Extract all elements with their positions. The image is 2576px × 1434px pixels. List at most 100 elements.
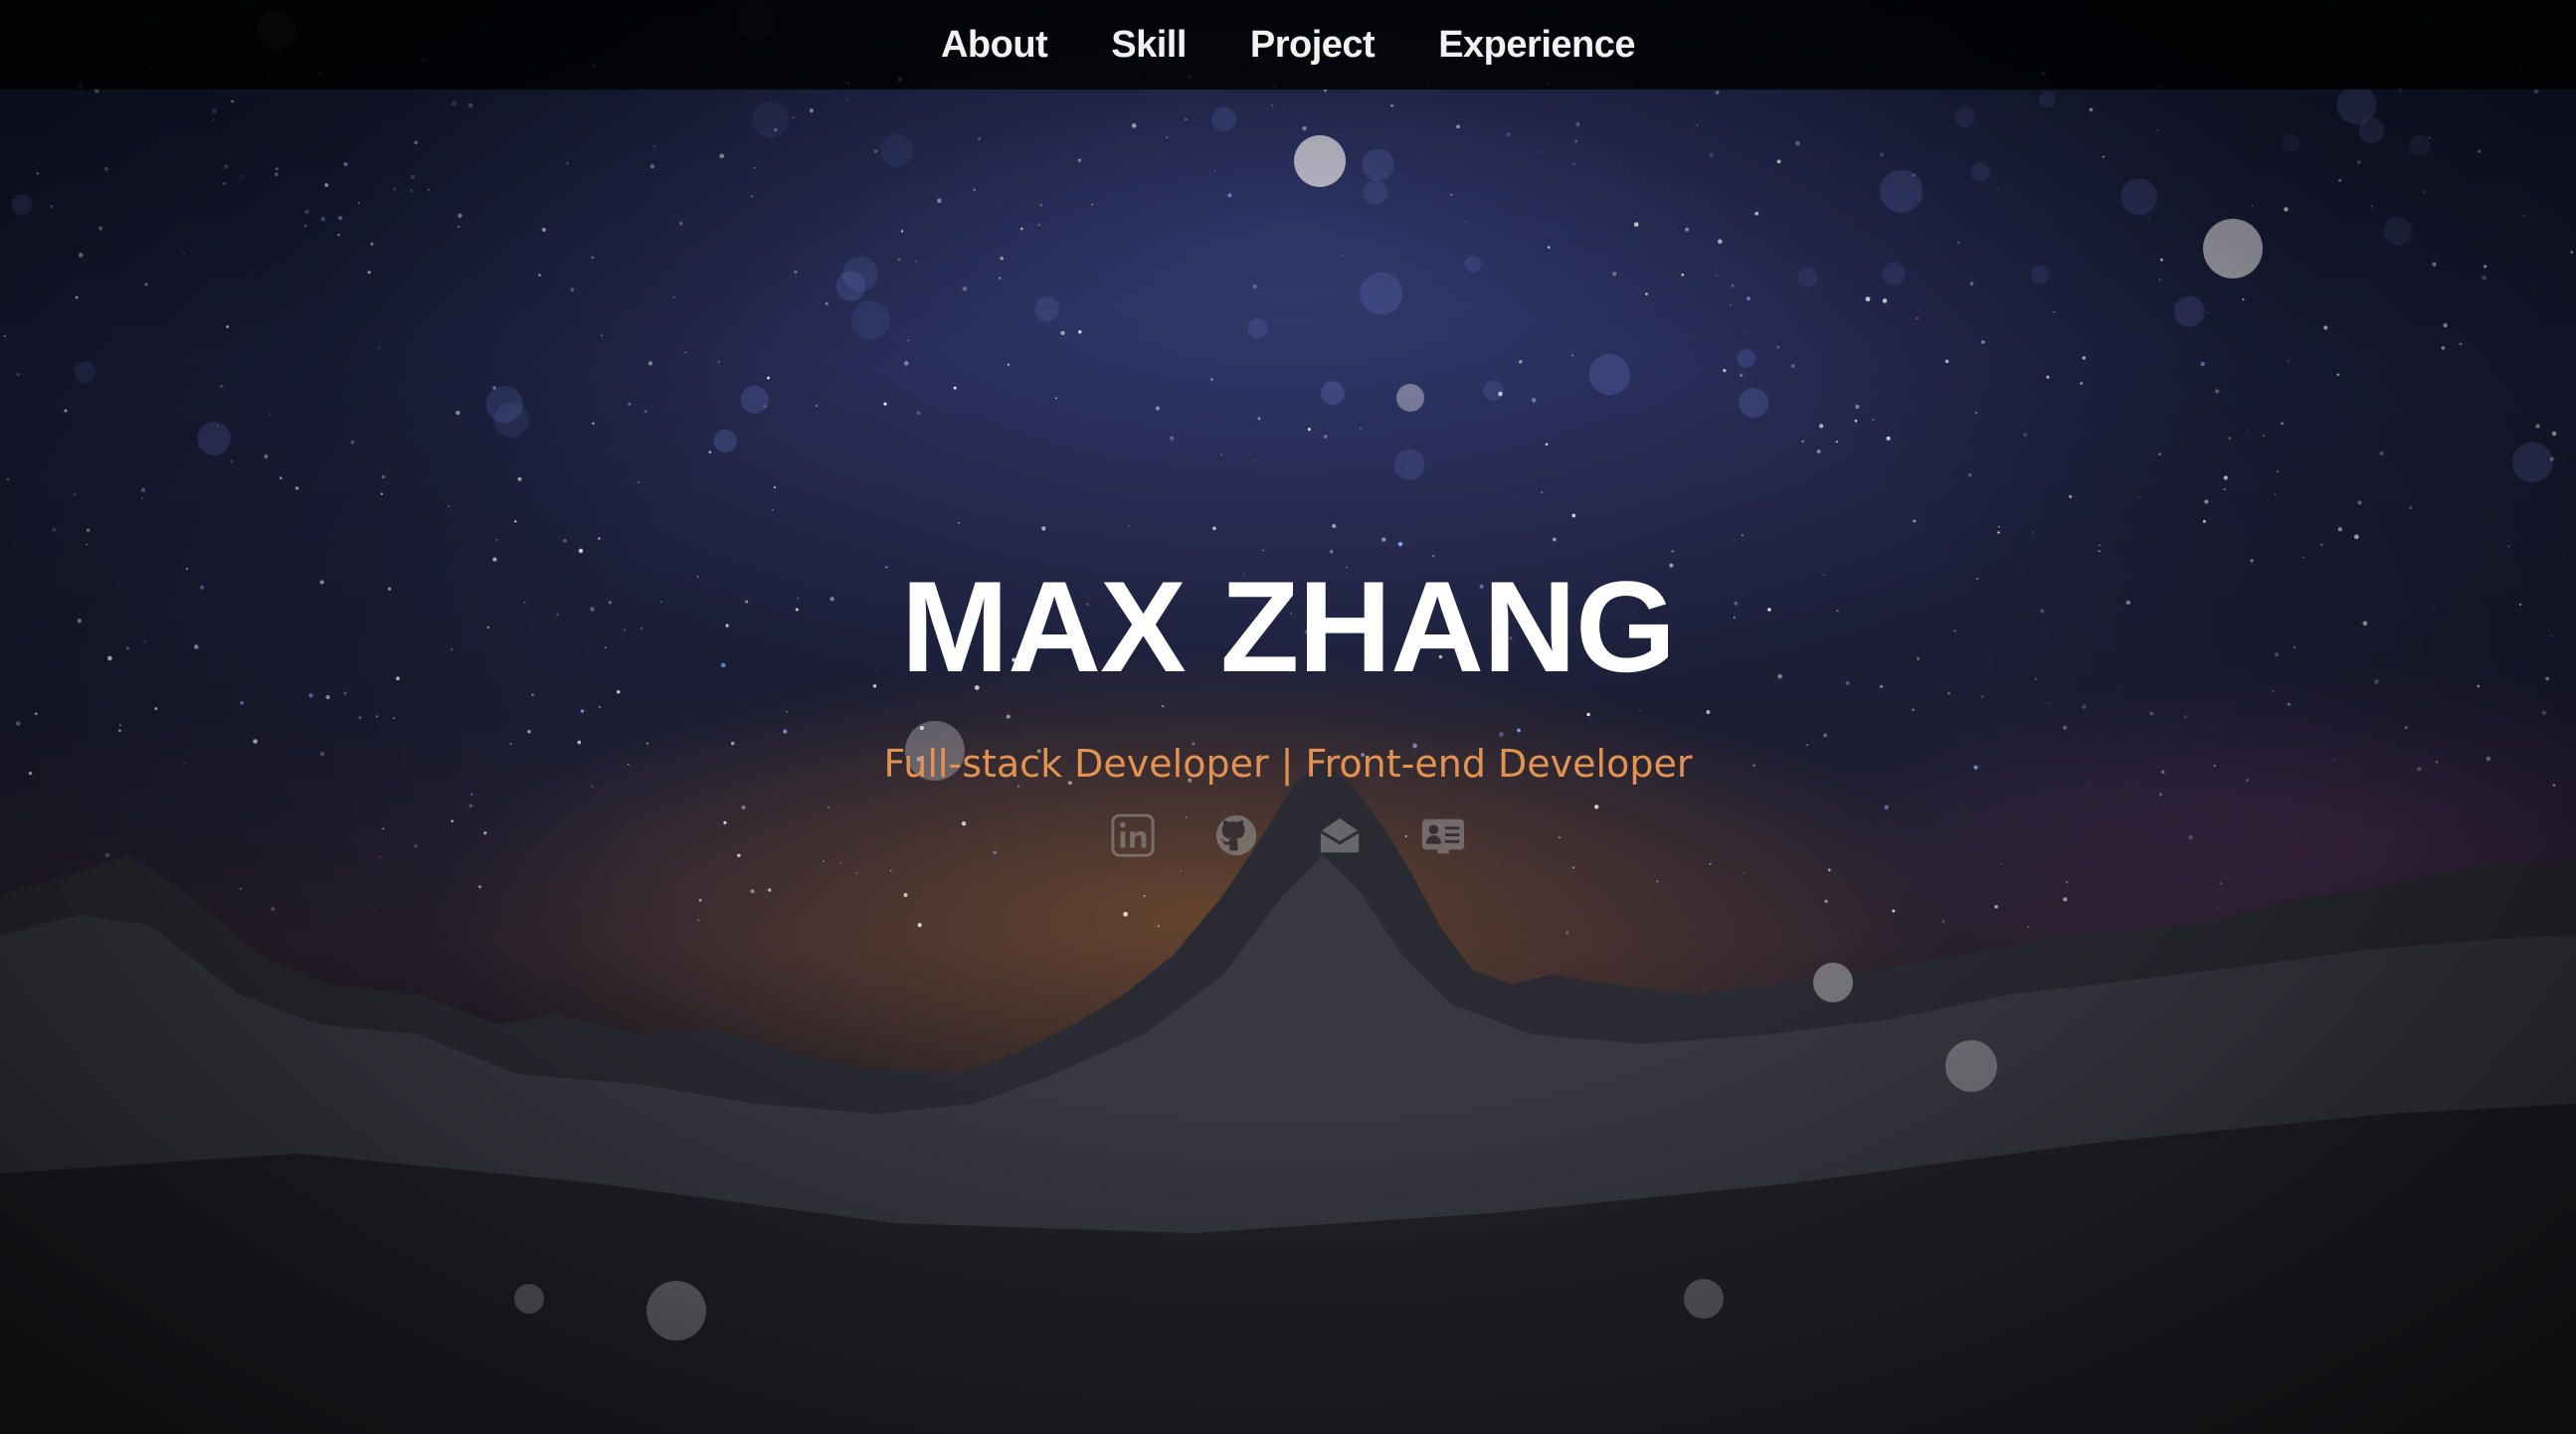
star bbox=[1037, 224, 1040, 226]
star bbox=[358, 201, 360, 204]
star bbox=[1465, 221, 1467, 223]
sky-glow bbox=[1034, 296, 1060, 321]
star bbox=[1531, 398, 1537, 403]
star bbox=[1254, 459, 1256, 462]
star bbox=[2023, 433, 2028, 438]
star bbox=[1941, 920, 1945, 924]
nav-item-about[interactable]: About bbox=[941, 24, 1048, 67]
star bbox=[1185, 117, 1188, 121]
sky-glow bbox=[850, 300, 890, 340]
star bbox=[1980, 340, 1985, 344]
nav-item-skill[interactable]: Skill bbox=[1111, 24, 1187, 67]
star bbox=[2478, 149, 2482, 153]
star bbox=[1882, 298, 1888, 303]
star bbox=[1944, 359, 1949, 364]
star bbox=[936, 198, 942, 204]
star bbox=[2570, 251, 2574, 254]
nav-item-project[interactable]: Project bbox=[1250, 24, 1376, 67]
star bbox=[962, 286, 968, 291]
star bbox=[2263, 435, 2265, 438]
star bbox=[1257, 417, 1261, 421]
email-link[interactable] bbox=[1317, 812, 1363, 858]
star bbox=[52, 527, 57, 532]
resume-link[interactable] bbox=[1420, 812, 1466, 858]
star bbox=[2336, 373, 2340, 377]
star bbox=[2423, 190, 2426, 193]
star bbox=[854, 871, 858, 875]
sky-glow bbox=[2336, 85, 2377, 125]
star bbox=[915, 260, 918, 263]
sky-glow bbox=[1588, 354, 1630, 396]
sky-glow bbox=[1247, 318, 1268, 339]
star bbox=[1996, 188, 1999, 191]
star bbox=[2482, 275, 2486, 280]
star bbox=[220, 384, 224, 389]
star bbox=[1143, 895, 1146, 897]
star bbox=[1039, 203, 1043, 207]
star bbox=[2319, 543, 2323, 547]
star bbox=[279, 476, 282, 480]
star bbox=[1007, 363, 1011, 366]
star bbox=[73, 492, 77, 496]
star bbox=[271, 907, 276, 912]
star bbox=[2159, 258, 2163, 262]
star bbox=[50, 205, 54, 208]
star bbox=[427, 188, 430, 191]
star bbox=[264, 454, 269, 458]
star bbox=[1717, 239, 1723, 245]
star bbox=[1450, 193, 1453, 196]
star bbox=[1715, 273, 1718, 276]
star bbox=[2068, 494, 2073, 499]
star bbox=[182, 253, 185, 256]
star bbox=[1743, 871, 1746, 874]
star bbox=[1307, 428, 1311, 432]
social-links bbox=[0, 812, 2576, 858]
star bbox=[839, 861, 841, 864]
github-link[interactable] bbox=[1213, 812, 1259, 858]
star bbox=[679, 222, 683, 226]
star bbox=[2173, 303, 2175, 305]
star bbox=[3, 334, 6, 338]
star bbox=[644, 410, 647, 414]
star bbox=[1220, 453, 1222, 455]
star bbox=[86, 543, 89, 546]
star bbox=[350, 440, 355, 445]
star bbox=[2459, 342, 2463, 346]
star bbox=[825, 302, 828, 305]
star bbox=[240, 887, 243, 890]
sky-glow bbox=[1363, 179, 1388, 205]
star bbox=[2223, 487, 2226, 490]
sky-glow bbox=[1483, 380, 1504, 401]
star bbox=[2522, 214, 2526, 218]
sky-glow bbox=[2039, 90, 2056, 108]
star bbox=[1541, 491, 1544, 494]
star bbox=[538, 273, 541, 276]
star bbox=[650, 164, 654, 169]
star bbox=[381, 474, 386, 479]
star bbox=[1709, 152, 1714, 157]
star bbox=[697, 919, 700, 922]
star bbox=[794, 270, 798, 274]
linkedin-link[interactable] bbox=[1110, 812, 1156, 858]
nav-item-experience[interactable]: Experience bbox=[1438, 24, 1635, 67]
star bbox=[601, 334, 603, 337]
star bbox=[144, 282, 148, 286]
star bbox=[2215, 389, 2220, 394]
star bbox=[2428, 136, 2431, 139]
star bbox=[2441, 346, 2446, 350]
star bbox=[889, 869, 892, 872]
star bbox=[495, 538, 498, 541]
star bbox=[1957, 241, 1960, 245]
star bbox=[2046, 375, 2050, 379]
star bbox=[1000, 257, 1004, 261]
star bbox=[2276, 470, 2279, 473]
star bbox=[1166, 136, 1169, 139]
star bbox=[2158, 278, 2161, 281]
star bbox=[2408, 505, 2413, 510]
star bbox=[591, 256, 594, 260]
star bbox=[638, 481, 640, 483]
star bbox=[2156, 129, 2158, 131]
star bbox=[541, 227, 546, 233]
sky-glow bbox=[1362, 148, 1394, 181]
star bbox=[212, 108, 217, 113]
